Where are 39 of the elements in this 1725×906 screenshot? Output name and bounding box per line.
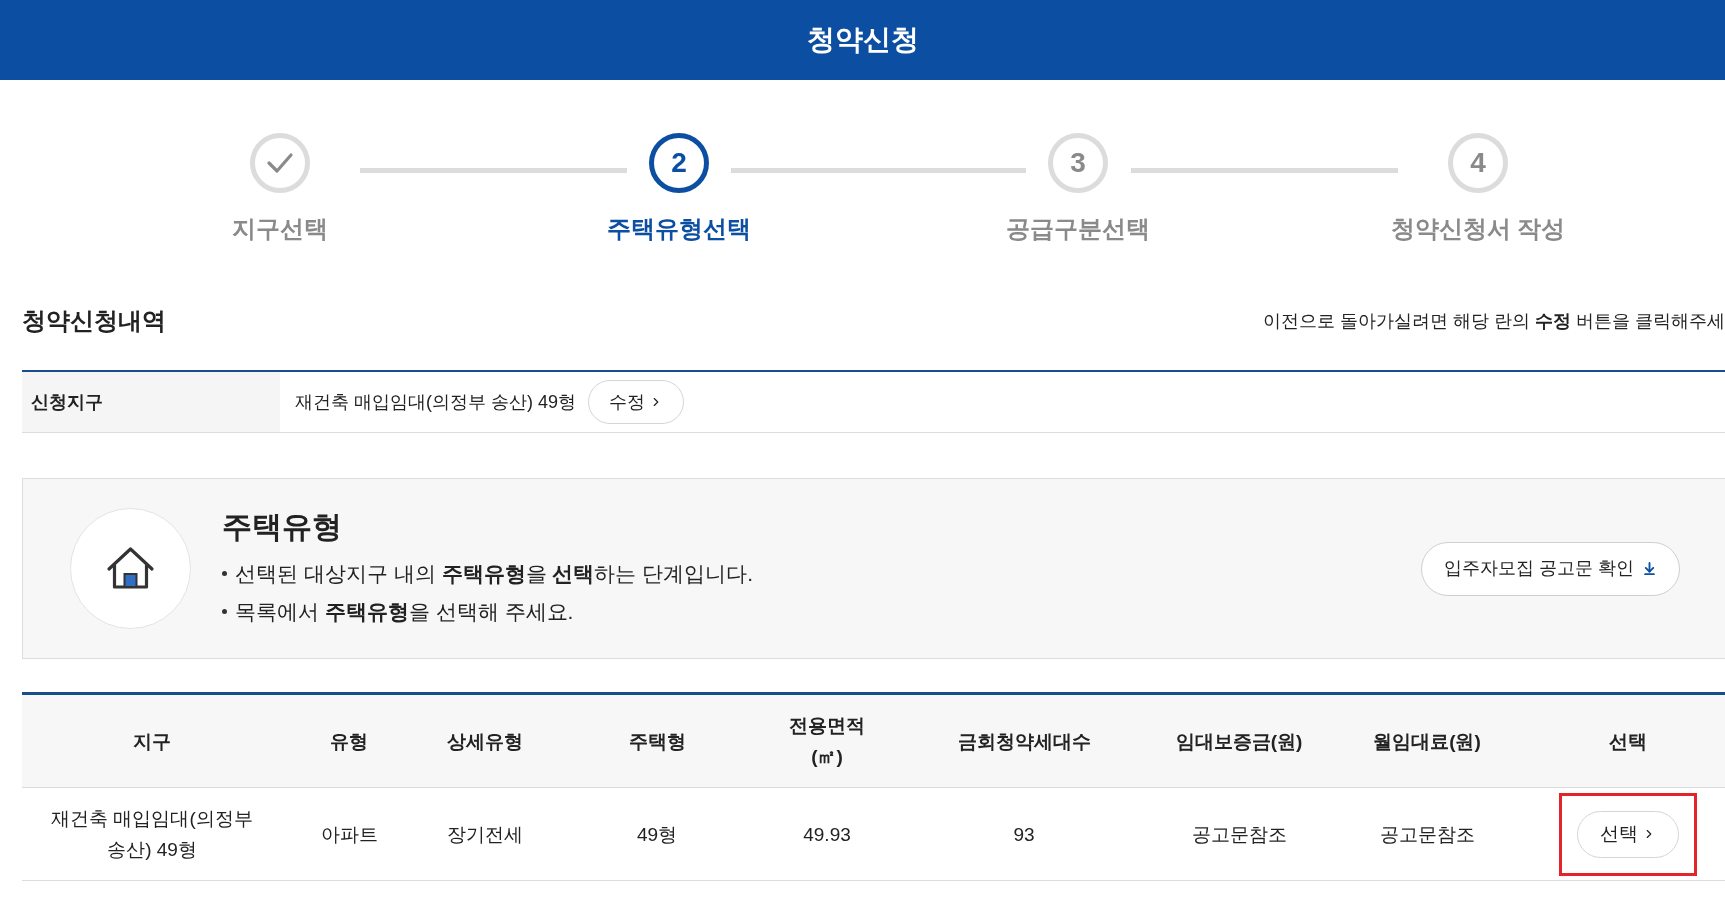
bullet-icon (222, 609, 227, 614)
step-number: 2 (649, 133, 709, 193)
step-label: 청약신청서 작성 (1390, 214, 1566, 244)
column-header: 선택 (1607, 729, 1648, 754)
bullet-icon (222, 571, 227, 576)
info-text: 목록에서 주택유형을 선택해 주세요. (235, 598, 574, 625)
step-number: 4 (1448, 133, 1508, 193)
table-cell-text: 장기전세 (446, 822, 524, 847)
house-icon (70, 508, 191, 629)
column-header: 지구 (132, 729, 172, 754)
info-text: 선택된 대상지구 내의 주택유형을 선택하는 단계입니다. (235, 560, 754, 587)
step-number: 3 (1048, 133, 1108, 193)
table-cell-text: 49형 (635, 822, 679, 847)
info-title: 주택유형 (222, 508, 343, 545)
field-value: 재건축 매입임대(의정부 송산) 49형 (295, 390, 576, 414)
select-button[interactable]: 선택 (1576, 810, 1679, 858)
column-header: 월임대료(원) (1372, 729, 1482, 754)
section-title: 청약신청내역 (22, 306, 166, 336)
notice-download-button[interactable]: 입주자모집 공고문 확인 (1421, 541, 1680, 596)
step-label: 주택유형선택 (607, 214, 751, 244)
column-header: 상세유형 (446, 729, 524, 754)
column-header: 임대보증금(원) (1174, 729, 1304, 754)
download-icon (1642, 561, 1657, 576)
column-header: 전용면적 (㎡) (788, 714, 866, 769)
table-cell-text: 아파트 (319, 822, 379, 847)
table-cell-text: 93 (1012, 822, 1036, 847)
hint-text: 이전으로 돌아가실려면 해당 란의 수정 버튼을 클릭해주세 (1262, 309, 1725, 333)
table-cell-text: 공고문참조 (1190, 822, 1288, 847)
field-label: 신청지구 (22, 372, 280, 432)
page-title: 청약신청 (806, 23, 919, 57)
table-cell-text: 공고문참조 (1378, 822, 1476, 847)
column-header: 유형 (329, 729, 369, 754)
table-cell-text: 49.93 (802, 822, 852, 847)
table-cell-text: 재건축 매입임대(의정부 송산) 49형 (50, 807, 254, 862)
edit-button[interactable]: 수정 (588, 380, 684, 424)
column-header: 주택형 (627, 729, 687, 754)
step-label: 지구선택 (232, 214, 328, 244)
step-label: 공급구분선택 (1006, 214, 1150, 244)
column-header: 금회청약세대수 (956, 729, 1092, 754)
